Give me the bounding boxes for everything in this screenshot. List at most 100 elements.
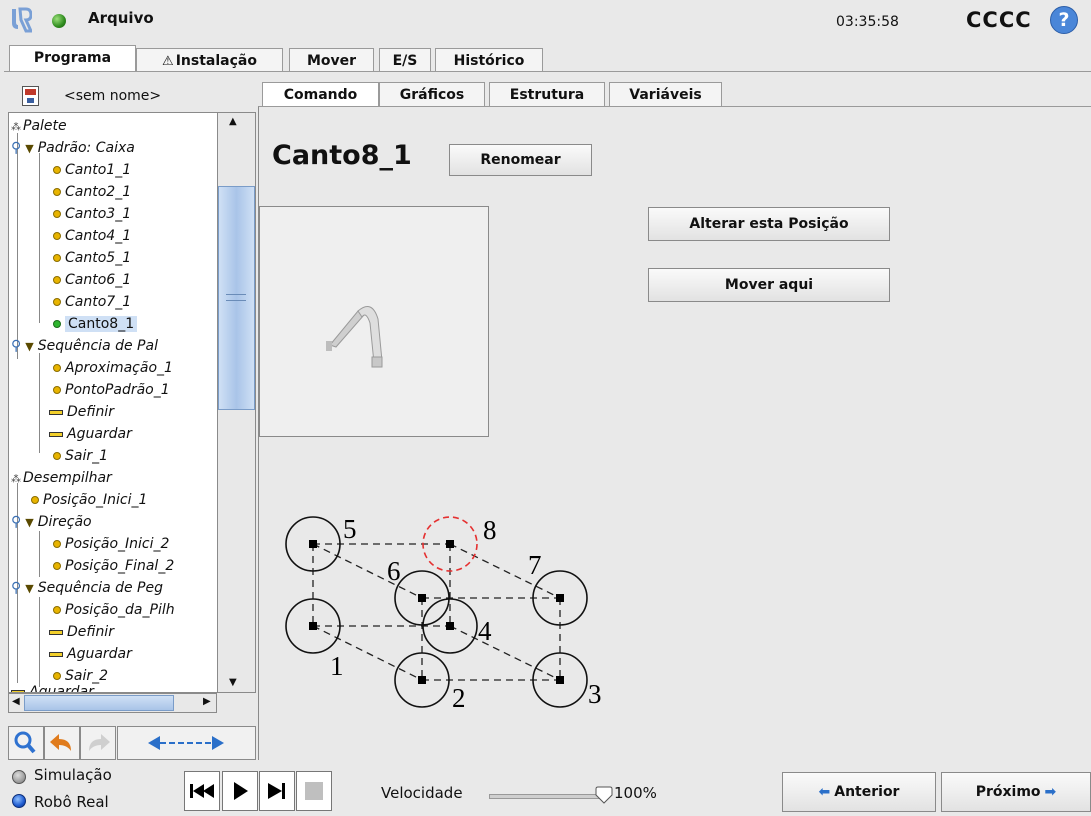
- previous-button[interactable]: ⬅ Anterior: [782, 772, 936, 812]
- simulation-radio[interactable]: [12, 770, 26, 784]
- tab-instalacao[interactable]: ⚠ Instalação: [136, 48, 283, 72]
- stop-button[interactable]: [296, 771, 332, 811]
- tab-graficos[interactable]: Gráficos: [379, 82, 485, 106]
- file-menu[interactable]: Arquivo: [88, 9, 154, 27]
- move-here-button[interactable]: Mover aqui: [648, 268, 890, 302]
- waypoint-icon: [53, 606, 61, 614]
- tree-node[interactable]: Canto6_1: [53, 269, 131, 291]
- speed-slider-thumb[interactable]: [594, 785, 614, 805]
- waypoint-icon: [53, 452, 61, 460]
- tree-node[interactable]: Definir: [49, 621, 114, 643]
- tree-node[interactable]: Aguardar: [49, 643, 132, 665]
- arrow-left-icon: ⬅: [818, 784, 831, 800]
- tree-node[interactable]: Posição_Final_2: [53, 555, 174, 577]
- tree-node-label: Canto4_1: [65, 228, 132, 244]
- tree-node[interactable]: Aguardar: [11, 681, 94, 692]
- redo-button[interactable]: [80, 726, 116, 760]
- tree-node[interactable]: ⁂ Palete: [11, 115, 67, 137]
- tab-label: Histórico: [453, 53, 525, 69]
- pallet-icon: ⁂: [11, 474, 21, 485]
- next-button[interactable]: Próximo ➡: [941, 772, 1091, 812]
- tree-node[interactable]: ⚲ ▼ Sequência de Pal: [11, 335, 158, 357]
- search-button[interactable]: [8, 726, 44, 760]
- change-position-button[interactable]: Alterar esta Posição: [648, 207, 890, 241]
- step-icon: [268, 783, 285, 799]
- save-icon[interactable]: [22, 86, 39, 106]
- waypoint-icon: [53, 210, 61, 218]
- tree-node-label: Posição_Final_2: [65, 558, 175, 574]
- tree-node-selected[interactable]: Canto8_1: [53, 313, 138, 335]
- tree-node-label: Aproximação_1: [65, 360, 173, 376]
- scroll-right-icon[interactable]: ▶: [203, 696, 211, 707]
- tab-mover[interactable]: Mover: [289, 48, 374, 72]
- program-name: <sem nome>: [64, 88, 162, 104]
- rewind-button[interactable]: [184, 771, 220, 811]
- tree-node[interactable]: Posição_Inici_2: [53, 533, 169, 555]
- corner-label: 3: [588, 679, 602, 709]
- program-tree[interactable]: ⁂ Palete ⚲ ▼ Padrão: Caixa Canto1_1 Canto2_…: [8, 112, 217, 693]
- next-label: Próximo: [975, 784, 1041, 800]
- tab-label: E/S: [392, 53, 418, 69]
- scroll-down-icon[interactable]: ▼: [229, 677, 237, 688]
- tree-node-label: Definir: [67, 404, 114, 420]
- help-icon[interactable]: ?: [1050, 6, 1078, 34]
- play-button[interactable]: [222, 771, 258, 811]
- waypoint-icon: [53, 540, 61, 548]
- scroll-left-icon[interactable]: ◀: [12, 696, 20, 707]
- folder-icon: ▼: [25, 582, 34, 595]
- tab-historico[interactable]: Histórico: [435, 48, 543, 72]
- real-robot-radio[interactable]: [12, 794, 26, 808]
- corner-label: 7: [528, 550, 542, 580]
- tree-node[interactable]: Canto5_1: [53, 247, 131, 269]
- undo-button[interactable]: [44, 726, 80, 760]
- robot-preview[interactable]: [259, 206, 489, 437]
- scroll-up-icon[interactable]: ▲: [229, 116, 237, 127]
- clock: 03:35:58: [836, 14, 899, 30]
- robot-name: CCCC: [966, 8, 1032, 32]
- redo-icon: [89, 734, 110, 751]
- tree-node[interactable]: Posição_Inici_1: [31, 489, 147, 511]
- tree-node-label: Direção: [37, 514, 92, 530]
- tab-variaveis[interactable]: Variáveis: [609, 82, 722, 106]
- tab-label: Comando: [283, 87, 358, 103]
- tree-node-label: Canto8_1: [65, 316, 138, 332]
- tree-node[interactable]: Definir: [49, 401, 114, 423]
- folder-icon: ▼: [25, 142, 34, 155]
- tab-programa[interactable]: Programa: [9, 45, 136, 72]
- tree-node[interactable]: Canto7_1: [53, 291, 131, 313]
- step-button[interactable]: [259, 771, 295, 811]
- expand-icon: ⚲: [11, 338, 22, 354]
- corner-label: 8: [483, 515, 497, 545]
- tree-node-label: PontoPadrão_1: [65, 382, 170, 398]
- stop-icon: [305, 782, 323, 800]
- tree-node[interactable]: Sair_1: [53, 445, 108, 467]
- tree-node[interactable]: Canto1_1: [53, 159, 131, 181]
- top-bar: [0, 0, 1091, 44]
- tree-node[interactable]: ⚲ ▼ Sequência de Peg: [11, 577, 163, 599]
- tab-divider: [4, 71, 1091, 72]
- waypoint-icon: [53, 188, 61, 196]
- tree-node-label: Posição_da_Pilh: [65, 602, 175, 618]
- tree-node[interactable]: Canto3_1: [53, 203, 131, 225]
- folder-icon: ▼: [25, 340, 34, 353]
- tree-node[interactable]: Posição_da_Pilh: [53, 599, 175, 621]
- tree-node[interactable]: ⚲ ▼ Padrão: Caixa: [11, 137, 135, 159]
- tree-node[interactable]: Aproximação_1: [53, 357, 173, 379]
- speed-slider-track[interactable]: [489, 794, 603, 799]
- tree-node[interactable]: Canto4_1: [53, 225, 131, 247]
- horizontal-scroll-thumb[interactable]: [24, 695, 174, 711]
- tree-node[interactable]: Canto2_1: [53, 181, 131, 203]
- ur-logo-icon: [12, 7, 32, 33]
- tree-node-label: Sequência de Pal: [37, 338, 158, 354]
- tree-node[interactable]: Aguardar: [49, 423, 132, 445]
- tree-node[interactable]: PontoPadrão_1: [53, 379, 170, 401]
- expand-icon: ⚲: [11, 514, 22, 530]
- tree-node[interactable]: ⁂ Desempilhar: [11, 467, 112, 489]
- tree-node[interactable]: ⚲ ▼ Direção: [11, 511, 92, 533]
- tab-comando[interactable]: Comando: [262, 82, 379, 107]
- expand-panel-button[interactable]: [117, 726, 256, 760]
- speed-value: 100%: [614, 784, 657, 802]
- rename-button[interactable]: Renomear: [449, 144, 592, 176]
- tab-estrutura[interactable]: Estrutura: [489, 82, 605, 106]
- tab-es[interactable]: E/S: [379, 48, 431, 72]
